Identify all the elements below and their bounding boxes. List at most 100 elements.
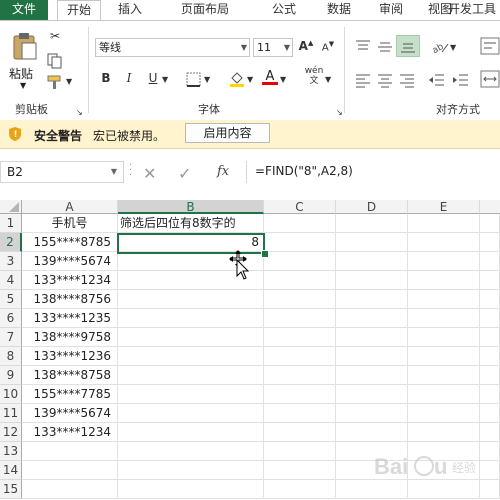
row-header[interactable]: 10 (0, 385, 22, 404)
cell[interactable] (264, 271, 336, 290)
cell[interactable] (264, 233, 336, 252)
wrap-text-icon[interactable] (480, 37, 500, 55)
cell[interactable] (118, 385, 264, 404)
phone-cell[interactable]: 133****1236 (22, 347, 118, 366)
fill-handle[interactable] (261, 250, 269, 258)
orientation-icon[interactable]: ab (430, 38, 450, 56)
increase-font-size-icon[interactable]: A▲ (298, 39, 314, 53)
cell[interactable] (408, 252, 480, 271)
phone-cell[interactable]: 155****7785 (22, 385, 118, 404)
cell[interactable] (264, 328, 336, 347)
row-header[interactable]: 6 (0, 309, 22, 328)
cell[interactable] (336, 385, 408, 404)
cell[interactable] (264, 442, 336, 461)
paste-button[interactable]: 粘贴 ▼ (6, 29, 42, 95)
cell[interactable] (264, 404, 336, 423)
cell[interactable] (480, 252, 500, 271)
row-header[interactable]: 1 (0, 214, 22, 233)
align-left-icon[interactable] (354, 72, 372, 88)
paste-dropdown-icon[interactable]: ▼ (20, 81, 26, 90)
cell[interactable] (408, 233, 480, 252)
row-header[interactable]: 11 (0, 404, 22, 423)
cell[interactable] (408, 328, 480, 347)
row-header[interactable]: 14 (0, 461, 22, 480)
cell[interactable] (118, 423, 264, 442)
tab-formulas[interactable]: 公式 (260, 0, 308, 21)
format-painter-icon[interactable] (47, 74, 63, 90)
underline-button[interactable]: U (146, 71, 160, 85)
cell[interactable] (118, 404, 264, 423)
font-color-dropdown-icon[interactable]: ▼ (280, 75, 286, 84)
column-header-e[interactable]: E (408, 200, 480, 214)
formula-input[interactable]: =FIND("8",A2,8) (246, 161, 500, 183)
phone-cell[interactable]: 133****1234 (22, 271, 118, 290)
cell[interactable] (480, 290, 500, 309)
row-header[interactable]: 2 (0, 233, 22, 252)
header-cell-phone[interactable]: 手机号 (22, 214, 118, 233)
cell[interactable] (480, 233, 500, 252)
column-header-f[interactable] (480, 200, 500, 214)
row-header[interactable]: 9 (0, 366, 22, 385)
cell[interactable] (118, 442, 264, 461)
phone-cell[interactable]: 138****9758 (22, 328, 118, 347)
cell[interactable] (408, 271, 480, 290)
cell[interactable] (408, 347, 480, 366)
cell[interactable] (336, 233, 408, 252)
cell[interactable] (118, 480, 264, 499)
cell[interactable] (22, 480, 118, 499)
cell[interactable] (264, 214, 336, 233)
tab-home[interactable]: 开始 (57, 0, 101, 21)
tab-insert[interactable]: 插入 (109, 0, 151, 21)
italic-button[interactable]: I (122, 71, 136, 85)
cell[interactable] (22, 461, 118, 480)
cell[interactable] (264, 290, 336, 309)
cell[interactable] (264, 366, 336, 385)
column-header-c[interactable]: C (264, 200, 336, 214)
cell[interactable] (408, 385, 480, 404)
cell[interactable] (408, 309, 480, 328)
font-size-select[interactable]: 11 ▼ (253, 38, 293, 57)
tab-file[interactable]: 文件 (0, 0, 48, 21)
cell[interactable] (480, 328, 500, 347)
phone-cell[interactable]: 139****5674 (22, 252, 118, 271)
increase-indent-icon[interactable] (452, 72, 470, 88)
clipboard-launcher-icon[interactable]: ↘ (76, 108, 83, 117)
cell[interactable] (480, 366, 500, 385)
phonetic-dropdown-icon[interactable]: ▼ (325, 75, 331, 84)
bottom-align-button[interactable] (396, 35, 420, 57)
phonetic-guide-icon[interactable]: wén 文 (304, 66, 324, 86)
cut-icon[interactable]: ✂ (46, 29, 64, 43)
cell[interactable] (408, 366, 480, 385)
font-name-select[interactable]: 等线 ▼ (95, 38, 250, 57)
tab-review[interactable]: 审阅 (368, 0, 414, 21)
middle-align-icon[interactable] (376, 39, 394, 55)
row-header[interactable]: 5 (0, 290, 22, 309)
formula-bar-divider-dots[interactable]: · · · (129, 161, 132, 181)
cell[interactable] (264, 423, 336, 442)
merge-center-icon[interactable] (480, 70, 500, 88)
enter-icon[interactable]: ✓ (178, 164, 191, 183)
cell[interactable] (480, 385, 500, 404)
cell[interactable] (336, 290, 408, 309)
enable-content-button[interactable]: 启用内容 (185, 123, 270, 143)
cell[interactable] (336, 366, 408, 385)
cell[interactable] (408, 290, 480, 309)
phone-cell[interactable]: 138****8756 (22, 290, 118, 309)
phone-cell[interactable]: 133****1235 (22, 309, 118, 328)
column-header-b[interactable]: B (118, 200, 264, 214)
cell[interactable] (264, 309, 336, 328)
font-launcher-icon[interactable]: ↘ (336, 108, 343, 117)
cell[interactable] (264, 347, 336, 366)
cell[interactable] (336, 214, 408, 233)
cell[interactable] (264, 385, 336, 404)
cell[interactable] (480, 214, 500, 233)
phone-cell[interactable]: 133****1234 (22, 423, 118, 442)
cell[interactable] (480, 271, 500, 290)
fill-color-icon[interactable] (228, 70, 246, 88)
cell[interactable] (408, 423, 480, 442)
tab-developer[interactable]: 开发工具 (444, 0, 500, 21)
cell[interactable] (118, 328, 264, 347)
bold-button[interactable]: B (99, 71, 113, 85)
fill-color-dropdown-icon[interactable]: ▼ (247, 75, 253, 84)
cancel-icon[interactable]: ✕ (143, 164, 156, 183)
